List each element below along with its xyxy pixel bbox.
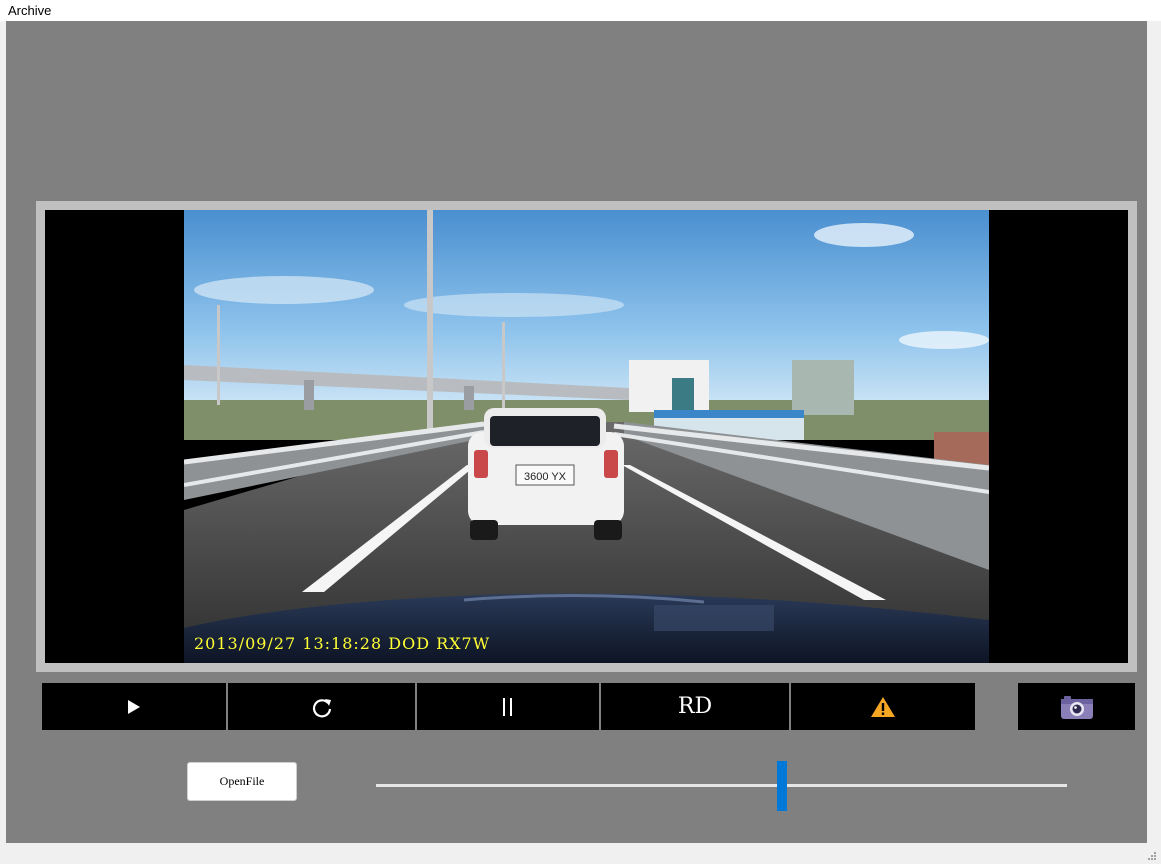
window-title: Archive [8, 3, 52, 18]
timestamp-overlay: 2013/09/27 13:18:28 DOD RX7W [194, 634, 491, 653]
play-icon [128, 699, 140, 714]
refresh-icon [312, 698, 331, 717]
resize-grip-icon[interactable] [1147, 851, 1157, 861]
seek-thumb[interactable] [776, 761, 787, 811]
snapshot-button[interactable] [1018, 683, 1135, 730]
seek-slider[interactable] [376, 761, 1067, 813]
play-button[interactable] [42, 683, 226, 730]
warning-icon [871, 696, 895, 717]
camera-icon [1060, 695, 1093, 719]
rd-button[interactable]: RD [601, 683, 789, 730]
status-bar [0, 843, 1161, 864]
video-frame: 3600 YX 2013/09/27 13:18:28 DOD RX7W [36, 201, 1137, 672]
title-bar: Archive [0, 0, 1161, 21]
warning-button[interactable] [791, 683, 975, 730]
video-frame-image: 3600 YX [184, 210, 989, 663]
rd-label: RD [677, 694, 713, 719]
main-panel: 3600 YX 2013/09/27 13:18:28 DOD RX7W RD … [6, 21, 1147, 843]
pause-button[interactable] [417, 683, 599, 730]
video-player[interactable]: 3600 YX 2013/09/27 13:18:28 DOD RX7W [45, 210, 1128, 663]
replay-button[interactable] [228, 683, 415, 730]
openfile-button[interactable]: OpenFile [187, 762, 297, 801]
plate-text: 3600 YX [524, 471, 567, 483]
pause-icon [503, 697, 512, 716]
seek-track[interactable] [376, 784, 1067, 787]
